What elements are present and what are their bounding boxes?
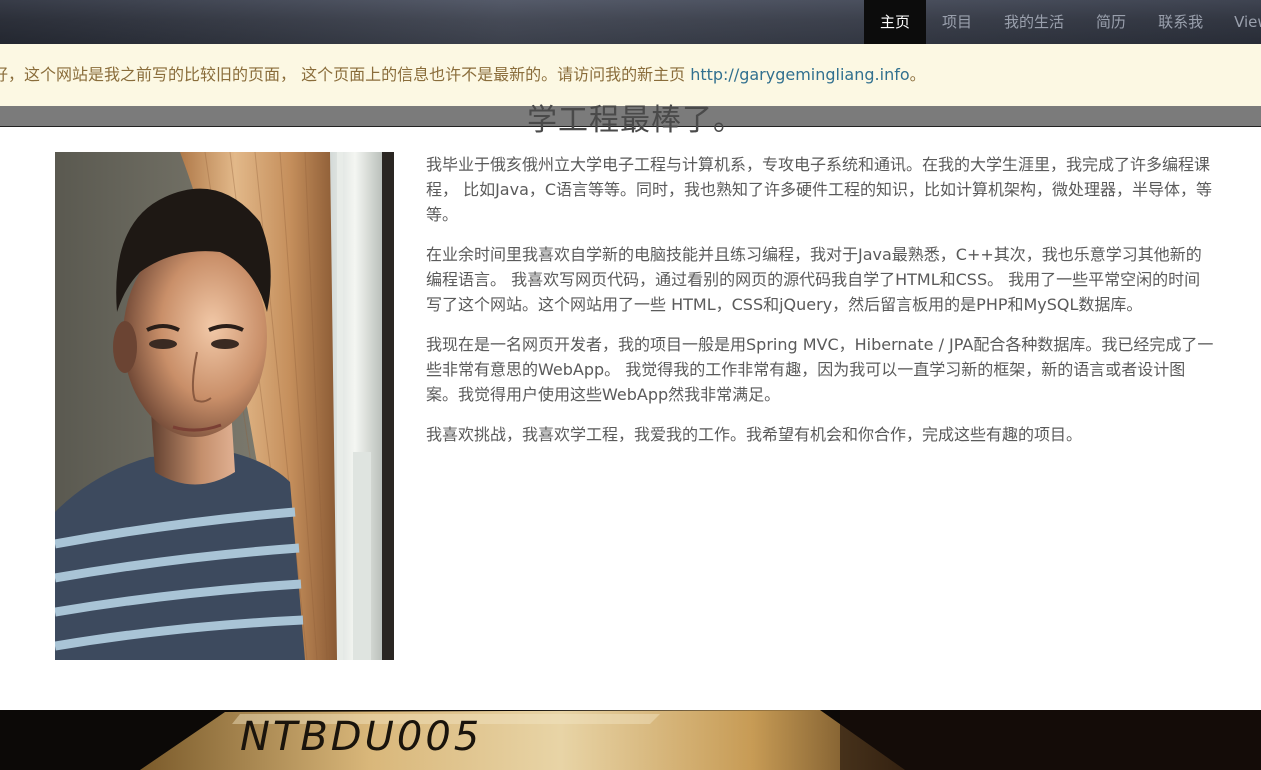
notice-text: 好，这个网站是我之前写的比较旧的页面， 这个页面上的信息也许不是最新的。请访问我… [0, 65, 691, 84]
top-navbar: 主页 项目 我的生活 简历 联系我 View [0, 0, 1261, 44]
nav-item-home[interactable]: 主页 [864, 0, 927, 44]
about-paragraph-4: 我喜欢挑战，我喜欢学工程，我爱我的工作。我希望有机会和你合作，完成这些有趣的项目… [426, 425, 1083, 444]
about-paragraph-2: 在业余时间里我喜欢自学新的电脑技能并且练习编程，我对于Java最熟悉，C++其次… [426, 245, 1202, 314]
nav-menu: 主页 项目 我的生活 简历 联系我 View [864, 0, 1261, 44]
nav-item-my-life[interactable]: 我的生活 [988, 0, 1080, 44]
nav-item-view[interactable]: View [1219, 0, 1261, 44]
nav-item-projects[interactable]: 项目 [926, 0, 988, 44]
portrait-photo [55, 152, 394, 660]
nav-item-contact[interactable]: 联系我 [1142, 0, 1219, 44]
about-paragraph-3: 我现在是一名网页开发者，我的项目一般是用Spring MVC，Hibernate… [426, 335, 1214, 404]
nav-item-resume[interactable]: 简历 [1080, 0, 1142, 44]
card-label-text: NTBDU005 [240, 714, 482, 760]
old-site-notice: 好，这个网站是我之前写的比较旧的页面， 这个页面上的信息也许不是最新的。请访问我… [0, 44, 1261, 106]
new-homepage-link[interactable]: http://garygemingliang.info [690, 65, 909, 84]
about-content: 我毕业于俄亥俄州立大学电子工程与计算机系，专攻电子系统和通讯。在我的大学生涯里，… [426, 152, 1216, 462]
page-title: 学工程最棒了。 [527, 103, 744, 138]
about-paragraph-1: 我毕业于俄亥俄州立大学电子工程与计算机系，专攻电子系统和通讯。在我的大学生涯里，… [426, 155, 1213, 224]
notice-suffix: 。 [909, 65, 926, 84]
bottom-photo-band: NTBDU005 [0, 710, 1261, 770]
